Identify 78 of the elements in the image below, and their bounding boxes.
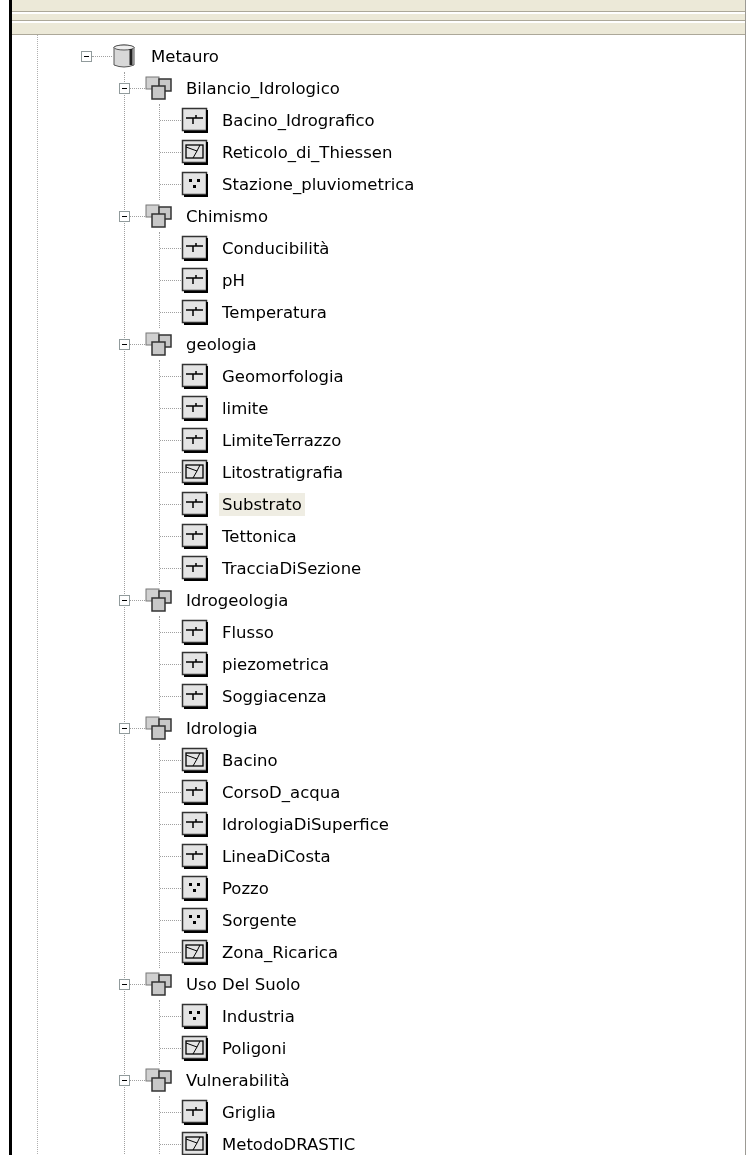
layer-item[interactable]: MetodoDRASTIC <box>219 1132 359 1155</box>
layer-item[interactable]: Pozzo <box>219 876 272 900</box>
layer-group-icon <box>145 1067 173 1093</box>
polygon-layer-icon <box>181 1035 209 1061</box>
layer-item[interactable]: LineaDiCosta <box>219 844 334 868</box>
line-layer-icon <box>181 523 209 549</box>
layer-item[interactable]: Substrato <box>219 492 305 516</box>
layer-item[interactable]: IdrologiaDiSuperfice <box>219 812 392 836</box>
group-item[interactable]: Chimismo <box>183 204 271 228</box>
polygon-layer-icon <box>181 939 209 965</box>
layer-item[interactable]: Poligoni <box>219 1036 290 1060</box>
layer-item[interactable]: Conducibilità <box>219 236 333 260</box>
line-layer-icon <box>181 267 209 293</box>
layer-item[interactable]: Sorgente <box>219 908 300 932</box>
layer-item[interactable]: Bacino <box>219 748 281 772</box>
group-item[interactable]: Idrogeologia <box>183 588 292 612</box>
layer-group-icon <box>145 715 173 741</box>
group-item[interactable]: Idrologia <box>183 716 261 740</box>
point-layer-icon <box>181 171 209 197</box>
line-layer-icon <box>181 107 209 133</box>
polygon-layer-icon <box>181 1131 209 1155</box>
layer-group-icon <box>145 75 173 101</box>
collapse-toggle[interactable] <box>119 594 130 606</box>
database-icon <box>112 43 136 69</box>
layer-item[interactable]: CorsoD_acqua <box>219 780 344 804</box>
layer-item[interactable]: Bacino_Idrografico <box>219 108 378 132</box>
collapse-toggle[interactable] <box>119 82 130 94</box>
layer-item[interactable]: Stazione_pluviometrica <box>219 172 418 196</box>
line-layer-icon <box>181 427 209 453</box>
layer-item[interactable]: Tettonica <box>219 524 300 548</box>
group-item[interactable]: geologia <box>183 332 260 356</box>
layer-item[interactable]: Griglia <box>219 1100 279 1124</box>
layer-group-icon <box>145 331 173 357</box>
layer-item[interactable]: Litostratigrafia <box>219 460 347 484</box>
layer-item[interactable]: Industria <box>219 1004 298 1028</box>
collapse-toggle[interactable] <box>119 1074 130 1086</box>
line-layer-icon <box>181 395 209 421</box>
group-item[interactable]: Bilancio_Idrologico <box>183 76 343 100</box>
polygon-layer-icon <box>181 139 209 165</box>
line-layer-icon <box>181 363 209 389</box>
collapse-toggle[interactable] <box>119 978 130 990</box>
layer-item[interactable]: Zona_Ricarica <box>219 940 341 964</box>
line-layer-icon <box>181 811 209 837</box>
collapse-toggle[interactable] <box>81 50 92 62</box>
point-layer-icon <box>181 1003 209 1029</box>
line-layer-icon <box>181 683 209 709</box>
line-layer-icon <box>181 299 209 325</box>
collapse-toggle[interactable] <box>119 722 130 734</box>
line-layer-icon <box>181 555 209 581</box>
collapse-toggle[interactable] <box>119 210 130 222</box>
group-item[interactable]: Uso Del Suolo <box>183 972 304 996</box>
line-layer-icon <box>181 491 209 517</box>
layer-item[interactable]: LimiteTerrazzo <box>219 428 345 452</box>
database-item[interactable]: Metauro <box>148 44 222 68</box>
layer-group-icon <box>145 971 173 997</box>
layer-item[interactable]: TracciaDiSezione <box>219 556 365 580</box>
layer-item[interactable]: Temperatura <box>219 300 330 324</box>
layer-item[interactable]: Geomorfologia <box>219 364 347 388</box>
layer-item[interactable]: Soggiacenza <box>219 684 330 708</box>
polygon-layer-icon <box>181 459 209 485</box>
layer-group-icon <box>145 587 173 613</box>
collapse-toggle[interactable] <box>119 338 130 350</box>
polygon-layer-icon <box>181 747 209 773</box>
line-layer-icon <box>181 1099 209 1125</box>
group-item[interactable]: Vulnerabilità <box>183 1068 293 1092</box>
line-layer-icon <box>181 843 209 869</box>
layer-group-icon <box>145 203 173 229</box>
layer-item[interactable]: pH <box>219 268 248 292</box>
layer-item[interactable]: Reticolo_di_Thiessen <box>219 140 396 164</box>
line-layer-icon <box>181 235 209 261</box>
line-layer-icon <box>181 779 209 805</box>
point-layer-icon <box>181 907 209 933</box>
layer-item[interactable]: piezometrica <box>219 652 333 676</box>
line-layer-icon <box>181 619 209 645</box>
line-layer-icon <box>181 651 209 677</box>
point-layer-icon <box>181 875 209 901</box>
layer-item[interactable]: Flusso <box>219 620 277 644</box>
layer-item[interactable]: limite <box>219 396 272 420</box>
